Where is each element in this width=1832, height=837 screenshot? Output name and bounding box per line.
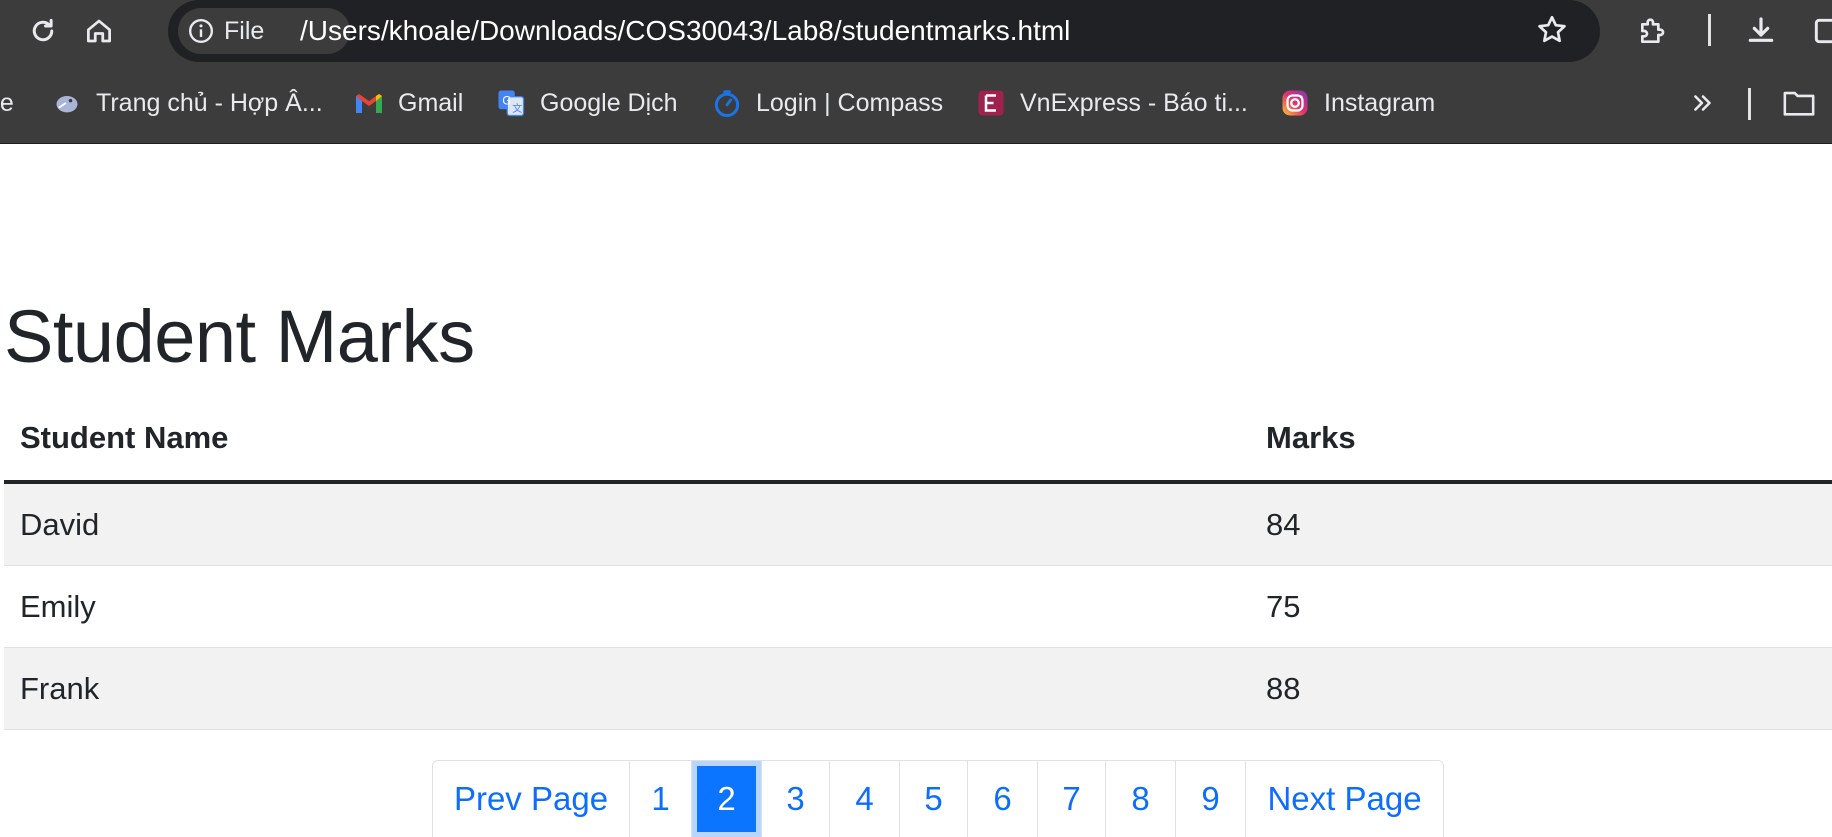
page-button-2-active[interactable]: 2 — [691, 761, 761, 837]
compass-icon — [712, 88, 742, 118]
address-bar[interactable]: File /Users/khoale/Downloads/COS30043/La… — [168, 0, 1600, 62]
gmail-icon — [354, 88, 384, 118]
bookmarks-separator — [1748, 88, 1751, 120]
table-header: Student Name Marks — [4, 404, 1832, 484]
student-marks-table: Student Name Marks David 84 Emily 75 Fra… — [4, 404, 1832, 730]
folder-icon — [1783, 91, 1815, 116]
url-text[interactable]: /Users/khoale/Downloads/COS30043/Lab8/st… — [300, 0, 1070, 62]
toolbar-separator — [1708, 14, 1711, 46]
next-page-button[interactable]: Next Page — [1245, 761, 1443, 837]
bookmark-label: Instagram — [1324, 88, 1436, 117]
download-icon — [1748, 17, 1774, 42]
home-button[interactable] — [78, 10, 120, 52]
page-button-4[interactable]: 4 — [829, 761, 899, 837]
pagination: Prev Page 1 2 3 4 5 6 7 8 9 Next Page — [432, 760, 1444, 837]
svg-text:G: G — [502, 94, 511, 107]
student-name-cell: Frank — [20, 671, 100, 706]
page-button-3[interactable]: 3 — [761, 761, 829, 837]
page-button-5[interactable]: 5 — [899, 761, 967, 837]
column-header-marks: Marks — [1266, 420, 1356, 455]
bookmark-label: be — [0, 88, 14, 117]
bookmark-item[interactable]: Instagram — [1280, 62, 1435, 144]
browser-toolbar: File /Users/khoale/Downloads/COS30043/La… — [0, 0, 1832, 62]
browser-chrome: File /Users/khoale/Downloads/COS30043/La… — [0, 0, 1832, 144]
bookmark-item[interactable]: Login | Compass — [712, 62, 943, 144]
page-button-6[interactable]: 6 — [967, 761, 1037, 837]
side-panel-icon — [1814, 18, 1832, 44]
bookmark-label: Trang chủ - Hợp Â... — [96, 88, 323, 117]
column-header-student-name: Student Name — [20, 420, 229, 455]
instagram-icon — [1280, 88, 1310, 118]
table-row: David 84 — [4, 484, 1832, 566]
puzzle-icon — [1641, 18, 1665, 43]
bookmark-item[interactable]: Trang chủ - Hợp Â... — [52, 62, 323, 144]
google-translate-icon: G文 — [496, 88, 526, 118]
more-bookmarks-button[interactable] — [1690, 62, 1716, 144]
reload-icon — [32, 18, 54, 42]
page-title: Student Marks — [4, 295, 475, 378]
bookmark-item[interactable]: G文 Google Dịch — [496, 62, 678, 144]
all-bookmarks-button[interactable] — [1782, 62, 1816, 144]
info-icon — [188, 18, 214, 44]
bookmark-label: Google Dịch — [540, 88, 678, 117]
bookmark-item[interactable]: VnExpress - Báo ti... — [976, 62, 1248, 144]
bookmark-label: Login | Compass — [756, 88, 944, 117]
prev-page-button[interactable]: Prev Page — [433, 761, 629, 837]
page-button-1[interactable]: 1 — [629, 761, 691, 837]
page-button-9[interactable]: 9 — [1175, 761, 1245, 837]
bird-icon — [52, 88, 82, 118]
svg-text:文: 文 — [512, 102, 522, 115]
side-panel-button[interactable] — [1806, 10, 1832, 52]
student-name-cell: Emily — [20, 589, 96, 624]
bookmark-star-button[interactable] — [1534, 12, 1570, 53]
bookmark-label: Gmail — [398, 88, 464, 117]
vnexpress-icon — [976, 88, 1006, 118]
site-info-label: File — [224, 16, 265, 45]
home-icon — [87, 19, 111, 43]
bookmark-label: VnExpress - Báo ti... — [1020, 88, 1248, 117]
extensions-button[interactable] — [1632, 10, 1674, 52]
table-row: Frank 88 — [4, 648, 1832, 730]
downloads-button[interactable] — [1740, 10, 1782, 52]
page-button-8[interactable]: 8 — [1105, 761, 1175, 837]
student-name-cell: David — [20, 507, 100, 542]
marks-cell: 88 — [1266, 671, 1301, 706]
star-icon — [1538, 15, 1566, 43]
double-chevron-right-icon — [1694, 95, 1711, 111]
marks-cell: 75 — [1266, 589, 1301, 624]
reload-button[interactable] — [22, 10, 64, 52]
marks-cell: 84 — [1266, 507, 1301, 542]
bookmark-item[interactable]: Gmail — [354, 62, 463, 144]
page-button-7[interactable]: 7 — [1037, 761, 1105, 837]
table-row: Emily 75 — [4, 566, 1832, 648]
bookmark-item[interactable]: be — [0, 62, 14, 144]
bookmarks-bar: be Trang chủ - Hợp Â... Gmail G文 Google … — [0, 62, 1832, 144]
